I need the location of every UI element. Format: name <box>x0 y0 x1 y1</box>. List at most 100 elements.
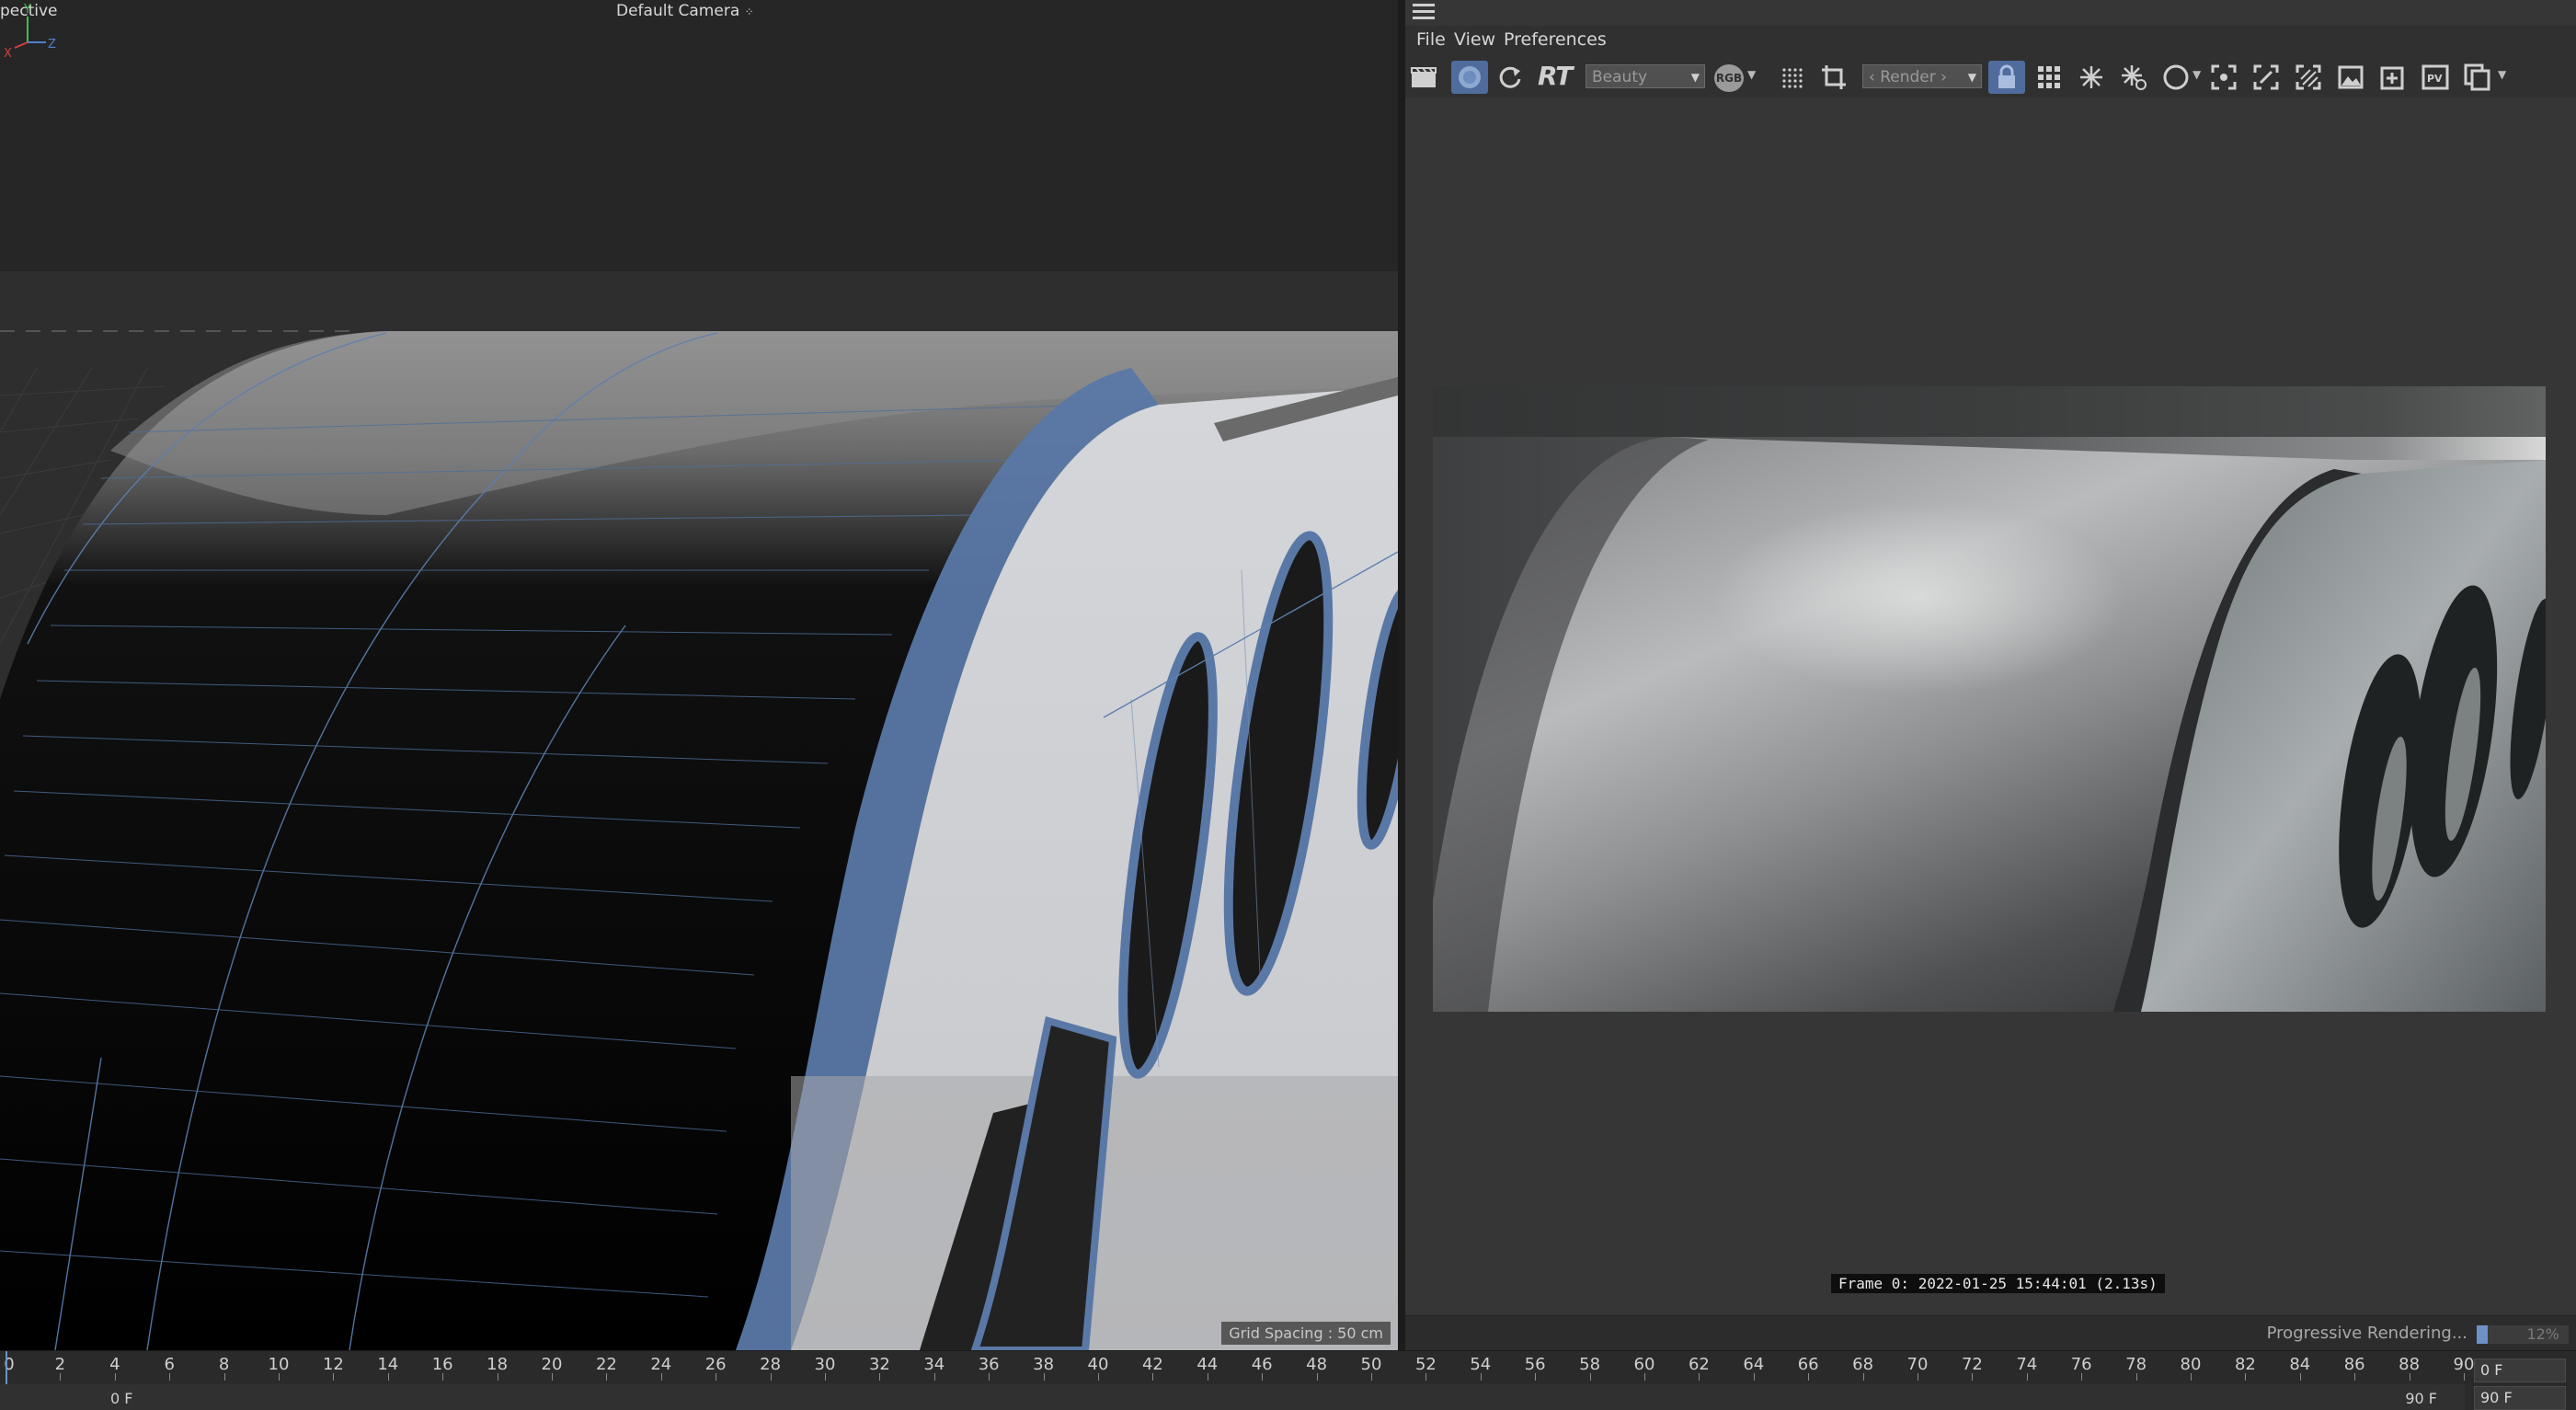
timeline-tick-mark <box>933 1373 935 1381</box>
timeline-tick-mark <box>114 1373 116 1381</box>
rgb-label: RGB <box>1715 72 1743 85</box>
render-select[interactable]: ‹ Render › ▼ <box>1862 64 1982 88</box>
rt-toggle[interactable]: RT <box>1538 61 1573 91</box>
camera-label[interactable]: Default Camera ⁘ <box>616 2 754 20</box>
tiles-icon[interactable] <box>2031 61 2067 94</box>
timeline-tick-label: 52 <box>1414 1355 1437 1374</box>
chevron-down-icon: ▼ <box>1690 71 1700 84</box>
timeline-tick-label: 24 <box>650 1355 672 1374</box>
timeline-tick-mark <box>1480 1373 1482 1381</box>
timeline-tick-label: 66 <box>1797 1355 1819 1374</box>
timeline-tick-label: 10 <box>268 1355 290 1374</box>
timeline-tick-label: 34 <box>923 1355 945 1374</box>
expand-frame-icon[interactable] <box>2248 61 2284 94</box>
timeline-tick-mark <box>606 1373 608 1381</box>
timeline-tick-label: 36 <box>978 1355 1000 1374</box>
rgb-channel-button[interactable]: RGB <box>1714 64 1744 92</box>
toolbar-overflow-arrow-icon[interactable]: ▼ <box>2498 68 2506 81</box>
rgb-dropdown-arrow-icon[interactable]: ▼ <box>1747 68 1756 81</box>
channel-select[interactable]: Beauty ▼ <box>1586 64 1705 88</box>
timeline-tick-mark <box>552 1373 553 1381</box>
crop-icon[interactable] <box>1815 61 1852 94</box>
timeline-tick-label: 84 <box>2289 1355 2311 1374</box>
lock-icon[interactable] <box>1988 61 2025 94</box>
timeline-playhead[interactable] <box>6 1351 7 1384</box>
timeline-tick-label: 38 <box>1033 1355 1055 1374</box>
add-image-icon[interactable] <box>2375 61 2411 94</box>
preview-range-bar[interactable]: 0 F 90 F <box>0 1384 2465 1410</box>
camera-name: Default Camera <box>616 2 740 20</box>
timeline-tick-label: 4 <box>109 1355 120 1374</box>
circle-dropdown-arrow-icon[interactable]: ▼ <box>2192 68 2201 81</box>
menu-preferences[interactable]: Preferences <box>1504 29 1607 50</box>
refresh-icon[interactable] <box>1492 61 1528 94</box>
timeline-tick-label: 20 <box>541 1355 563 1374</box>
timeline-tick-label: 80 <box>2180 1355 2202 1374</box>
range-start-label: 0 F <box>110 1390 133 1407</box>
timeline-tick-mark <box>333 1373 335 1381</box>
render-progress-fill <box>2477 1325 2488 1344</box>
viewport-scene <box>0 0 1398 1350</box>
timeline-tick-mark <box>2191 1373 2192 1381</box>
timeline-tick-label: 12 <box>322 1355 344 1374</box>
circle-icon[interactable] <box>2158 61 2194 94</box>
timeline-tick-mark <box>1152 1373 1154 1381</box>
copy-icon[interactable] <box>2459 61 2496 94</box>
panel-divider[interactable] <box>1398 0 1405 1350</box>
snowflake-icon[interactable] <box>2073 61 2110 94</box>
render-select-value: ‹ Render › <box>1869 68 1947 86</box>
timeline-tick-mark <box>442 1373 444 1381</box>
timeline-tick-label: 32 <box>868 1355 890 1374</box>
timeline-tick-mark <box>1589 1373 1591 1381</box>
timeline-tick-mark <box>989 1373 990 1381</box>
timeline-tick-mark <box>879 1373 881 1381</box>
viewport-perspective[interactable]: pective Default Camera ⁘ Y X Z Grid Spac… <box>0 0 1398 1350</box>
hamburger-menu-icon[interactable] <box>1413 4 1435 20</box>
camera-link-icon: ⁘ <box>744 6 754 18</box>
end-frame-field[interactable]: 90 F <box>2474 1386 2566 1410</box>
timeline-tick-label: 50 <box>1360 1355 1382 1374</box>
pv-icon[interactable]: PV <box>2417 61 2454 94</box>
start-render-button[interactable] <box>1451 61 1488 94</box>
timeline-tick-mark <box>2299 1373 2301 1381</box>
timeline-tick-mark <box>279 1373 280 1381</box>
timeline-tick-mark <box>387 1373 389 1381</box>
axis-x-label: X <box>4 47 12 61</box>
timeline-tick-mark <box>2135 1373 2137 1381</box>
pv-label: PV <box>2427 73 2443 85</box>
timeline-tick-mark <box>1371 1373 1372 1381</box>
timeline-tick-label: 2 <box>54 1355 66 1374</box>
focus-frame-icon[interactable] <box>2205 61 2242 94</box>
timeline-tick-label: 60 <box>1633 1355 1655 1374</box>
progress-percent: 12% <box>2526 1325 2559 1343</box>
timeline-tick-label: 88 <box>2399 1355 2421 1374</box>
grid-dots-icon[interactable] <box>1773 61 1810 94</box>
timeline-tick-label: 44 <box>1196 1355 1219 1374</box>
timeline-tick-mark <box>1699 1373 1700 1381</box>
timeline-tick-label: 22 <box>595 1355 617 1374</box>
timeline-tick-mark <box>1262 1373 1264 1381</box>
timeline-tick-mark <box>1753 1373 1755 1381</box>
menu-view[interactable]: View <box>1454 29 1495 50</box>
clapperboard-icon[interactable] <box>1405 61 1442 94</box>
channel-select-value: Beauty <box>1592 68 1648 86</box>
timeline-tick-mark <box>825 1373 826 1381</box>
timeline-tick-label: 18 <box>487 1355 509 1374</box>
timeline-tick-mark <box>660 1373 662 1381</box>
axis-gizmo-icon: Y X Z <box>4 3 56 61</box>
timeline-tick-label: 62 <box>1688 1355 1710 1374</box>
chevron-down-icon: ▼ <box>1967 71 1976 84</box>
viewer-menubar: File View Preferences <box>1405 26 2576 58</box>
render-preview-image <box>1433 386 2546 1012</box>
snowflake-gear-icon[interactable] <box>2115 61 2152 94</box>
timeline-tick-mark <box>1972 1373 1974 1381</box>
timeline-tick-mark <box>770 1373 772 1381</box>
hatch-frame-icon[interactable] <box>2290 61 2327 94</box>
current-frame-field[interactable]: 0 F <box>2474 1358 2566 1382</box>
menu-file[interactable]: File <box>1416 29 1446 50</box>
viewer-status-bar: Progressive Rendering... 12% <box>1405 1315 2576 1351</box>
image-icon[interactable] <box>2332 61 2369 94</box>
timeline-tick-label: 78 <box>2125 1355 2147 1374</box>
timeline-ruler[interactable]: 0 2 4 6 8 10 12 14 16 18 20 22 24 26 28 30 32 34 36 38 40 42 4… <box>0 1351 2474 1384</box>
range-end-label: 90 F <box>2405 1390 2437 1407</box>
